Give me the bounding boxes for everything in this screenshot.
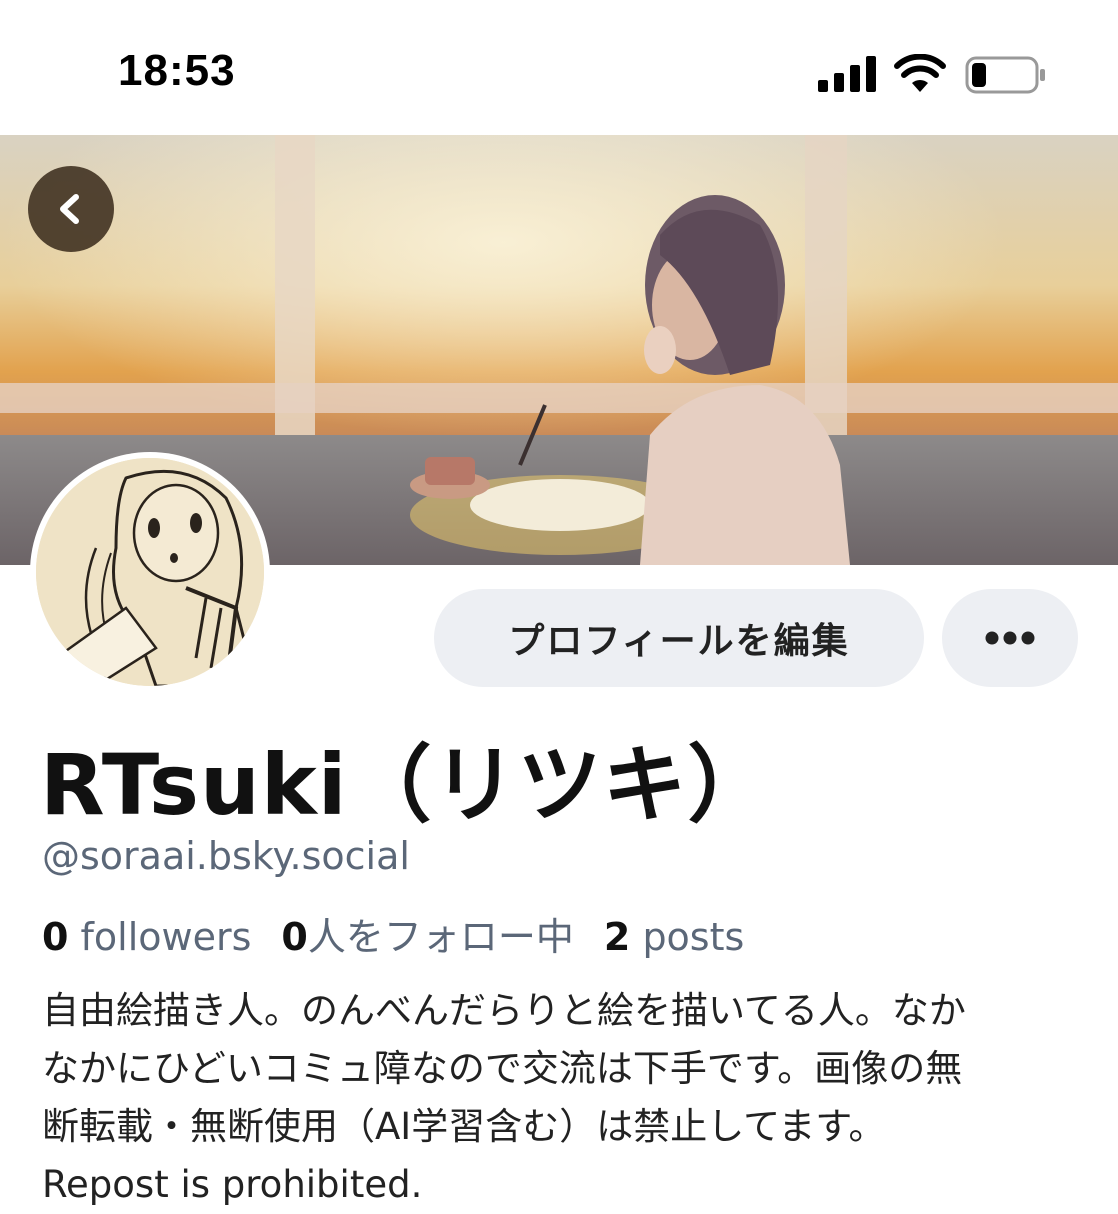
followers-count: 0 <box>42 915 69 959</box>
edit-profile-button[interactable]: プロフィールを編集 <box>434 589 924 687</box>
posts-stat: 2 posts <box>604 915 744 959</box>
more-options-button[interactable] <box>942 589 1078 687</box>
avatar[interactable] <box>30 452 270 692</box>
back-button[interactable] <box>28 166 114 252</box>
bio-line: なかにひどいコミュ障なので交流は下手です。画像の無 <box>42 1047 963 1090</box>
posts-count: 2 <box>603 915 631 959</box>
followers-label: followers <box>80 915 252 959</box>
battery-icon <box>965 56 1045 94</box>
followers-stat[interactable]: 0 followers <box>42 915 251 959</box>
status-bar: 18:53 <box>0 0 1118 135</box>
posts-label: posts <box>642 915 745 959</box>
cellular-signal-icon <box>818 56 876 92</box>
status-time: 18:53 <box>118 46 236 95</box>
wifi-icon <box>894 54 946 92</box>
bio-line: 自由絵描き人。のんべんだらりと絵を描いてる人。なか <box>42 989 966 1032</box>
following-stat[interactable]: 0人をフォロー中 <box>281 915 573 959</box>
bio-line: 断転載・無断使用（AI学習含む）は禁止してます。 <box>42 1105 886 1148</box>
following-count: 0 <box>281 915 308 959</box>
following-label: 人をフォロー中 <box>307 915 574 959</box>
profile-bio: 自由絵描き人。のんべんだらりと絵を描いてる人。なか なかにひどいコミュ障なので交… <box>42 982 1082 1214</box>
bio-line: Repost is prohibited. <box>42 1163 423 1206</box>
profile-stats: 0 followers 0人をフォロー中 2 posts <box>42 906 744 961</box>
display-name: RTsuki（リツキ） <box>40 736 773 834</box>
ellipsis-icon <box>985 631 1035 645</box>
chevron-left-icon <box>60 194 79 224</box>
profile-handle: @soraai.bsky.social <box>42 834 410 878</box>
